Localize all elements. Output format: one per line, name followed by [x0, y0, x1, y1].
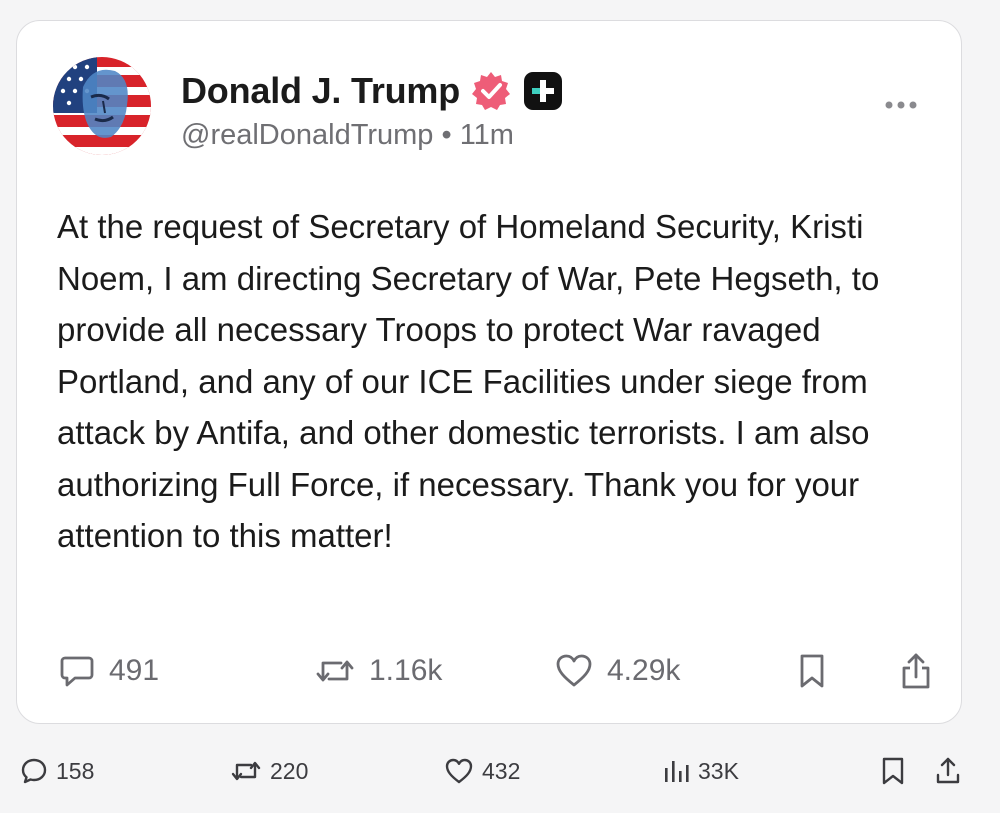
post-card: Donald J. Trump @realDonaldTrump • 11m A… [16, 20, 962, 724]
reply-count: 491 [109, 654, 160, 687]
outer-bookmark-button[interactable] [880, 746, 906, 796]
handle[interactable]: @realDonaldTrump [181, 119, 433, 151]
outer-views-button[interactable]: 33K [662, 746, 739, 796]
repost-button[interactable]: 1.16k [315, 645, 442, 697]
outer-share-button[interactable] [934, 746, 962, 796]
outer-repost-button[interactable]: 220 [230, 746, 308, 796]
post-time[interactable]: 11m [460, 119, 514, 151]
outer-action-bar: 158 220 432 33K [0, 746, 1000, 796]
like-button[interactable]: 4.29k [555, 645, 680, 697]
avatar-image [53, 57, 151, 155]
bookmark-icon [882, 757, 904, 785]
like-count: 4.29k [607, 654, 681, 687]
bookmark-icon [800, 654, 824, 688]
views-bars-icon [665, 761, 689, 782]
reply-button[interactable]: 491 [59, 645, 159, 697]
outer-like-count: 432 [482, 757, 521, 784]
handle-row: @realDonaldTrump • 11m [181, 119, 514, 152]
more-dots-icon [885, 101, 917, 109]
repost-arrows-icon [316, 660, 354, 682]
share-up-icon [902, 653, 930, 689]
share-button[interactable] [899, 645, 933, 697]
post-actions: 491 1.16k 4.29k [59, 645, 930, 697]
bookmark-button[interactable] [797, 645, 827, 697]
verified-badge-icon [470, 70, 512, 112]
separator: • [441, 119, 452, 151]
speech-bubble-icon [60, 656, 94, 687]
heart-icon [445, 758, 473, 784]
outer-like-button[interactable]: 432 [444, 746, 520, 796]
share-up-icon [936, 757, 960, 784]
heart-icon [556, 654, 592, 687]
repost-count: 1.16k [369, 654, 443, 687]
outer-reply-count: 158 [56, 757, 95, 784]
display-name[interactable]: Donald J. Trump [181, 70, 460, 112]
speech-bubble-icon [21, 758, 47, 784]
more-options-button[interactable] [881, 95, 921, 115]
avatar[interactable] [53, 57, 151, 155]
post-text: At the request of Secretary of Homeland … [57, 208, 880, 554]
plus-square-icon [522, 70, 564, 112]
author-row: Donald J. Trump [181, 69, 564, 113]
repost-arrows-icon [231, 761, 261, 781]
outer-views-count: 33K [698, 757, 739, 784]
outer-repost-count: 220 [270, 757, 309, 784]
outer-reply-button[interactable]: 158 [20, 746, 94, 796]
